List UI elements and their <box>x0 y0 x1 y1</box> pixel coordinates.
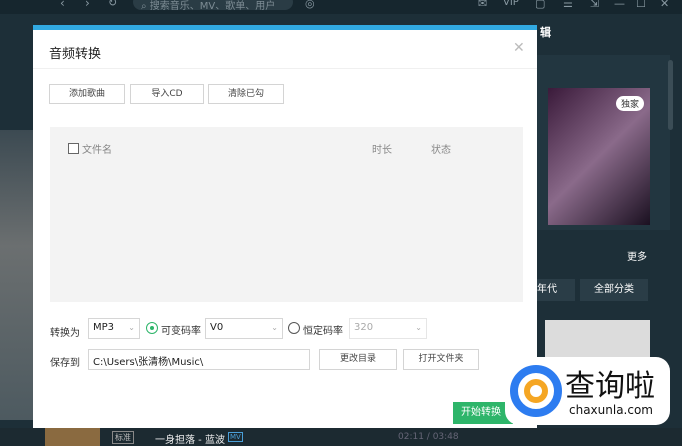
cbr-radio[interactable] <box>288 322 300 334</box>
column-filename: 文件名 <box>82 145 112 156</box>
playlist-cover[interactable] <box>545 320 650 360</box>
format-value: MP3 <box>93 322 115 333</box>
mv-badge[interactable]: MV <box>228 432 243 442</box>
category-all[interactable]: 全部分类 <box>580 279 648 301</box>
dialog-title: 音频转换 <box>49 47 102 62</box>
location-icon[interactable]: ◎ <box>305 0 315 10</box>
more-link[interactable]: 更多 <box>627 248 647 263</box>
watermark-logo: 查询啦 chaxunla.com <box>505 357 670 425</box>
watermark-brand: 查询啦 <box>565 369 655 404</box>
change-directory-button[interactable]: 更改目录 <box>319 349 397 370</box>
column-status: 状态 <box>431 145 451 156</box>
refresh-icon[interactable]: ↻ <box>108 0 117 9</box>
player-bar: 标准 一身担落 - 蓝波 MV 02:11 / 03:48 <box>0 428 682 446</box>
chevron-down-icon: ⌄ <box>415 323 422 332</box>
column-duration: 时长 <box>372 145 392 156</box>
search-placeholder: 搜索音乐、MV、歌单、用户 <box>149 1 276 10</box>
vip-button[interactable]: VIP <box>503 0 519 8</box>
forward-icon[interactable]: › <box>85 0 90 10</box>
add-song-button[interactable]: 添加歌曲 <box>49 84 125 104</box>
close-window-icon[interactable]: ✕ <box>660 0 669 10</box>
select-all-checkbox[interactable] <box>68 143 79 154</box>
quality-button[interactable]: 标准 <box>112 431 134 444</box>
song-cover[interactable] <box>45 428 100 446</box>
exclusive-badge: 独家 <box>615 96 644 111</box>
save-label: 保存到 <box>50 358 80 369</box>
song-title[interactable]: 一身担落 - 蓝波 <box>155 431 225 446</box>
menu-icon[interactable]: ☰ <box>563 0 573 10</box>
format-select[interactable]: MP3 ⌄ <box>88 318 140 339</box>
divider <box>33 68 537 69</box>
minimize-icon[interactable]: — <box>614 0 625 10</box>
watermark-url: chaxunla.com <box>569 403 653 417</box>
file-list: 文件名 时长 状态 <box>50 127 523 302</box>
import-cd-button[interactable]: 导入CD <box>130 84 204 104</box>
mail-icon[interactable]: ✉ <box>478 0 487 10</box>
audio-convert-dialog: 音频转换 ✕ 添加歌曲 导入CD 清除已勾 文件名 时长 状态 转换为 MP3 ⌄… <box>33 25 537 428</box>
clear-checked-button[interactable]: 清除已勾 <box>208 84 284 104</box>
skin-icon[interactable]: ▢ <box>535 0 545 10</box>
back-icon[interactable]: ‹ <box>60 0 65 10</box>
cbr-select[interactable]: 320 ⌄ <box>349 318 427 339</box>
save-path-input[interactable]: C:\Users\张清杨\Music\ <box>88 349 310 370</box>
vbr-radio[interactable] <box>146 322 158 334</box>
chevron-down-icon: ⌄ <box>128 323 135 332</box>
section-title: 辑 <box>540 26 551 39</box>
cbr-value: 320 <box>354 322 374 333</box>
vbr-value: V0 <box>210 322 224 333</box>
play-time: 02:11 / 03:48 <box>398 432 459 442</box>
vbr-select[interactable]: V0 ⌄ <box>205 318 283 339</box>
watermark-search-icon <box>510 365 562 417</box>
close-icon[interactable]: ✕ <box>513 40 525 56</box>
chevron-down-icon: ⌄ <box>271 323 278 332</box>
start-convert-button[interactable]: 开始转换 <box>453 402 513 424</box>
maximize-icon[interactable]: ☐ <box>636 0 646 10</box>
top-bar: ‹ › ↻ ⌕ 搜索音乐、MV、歌单、用户 ◎ ✉ VIP ▢ ☰ ⇲ — ☐ … <box>0 0 682 14</box>
mini-mode-icon[interactable]: ⇲ <box>590 0 599 10</box>
album-cover[interactable]: 独家 <box>548 88 650 225</box>
convert-label: 转换为 <box>50 328 80 339</box>
vbr-label: 可变码率 <box>161 326 201 337</box>
cbr-label: 恒定码率 <box>303 326 343 337</box>
category-era[interactable]: 年代 <box>537 279 575 301</box>
search-input[interactable]: ⌕ 搜索音乐、MV、歌单、用户 <box>133 0 293 10</box>
background-artwork <box>0 130 33 420</box>
scrollbar[interactable] <box>668 60 673 130</box>
open-folder-button[interactable]: 打开文件夹 <box>403 349 479 370</box>
